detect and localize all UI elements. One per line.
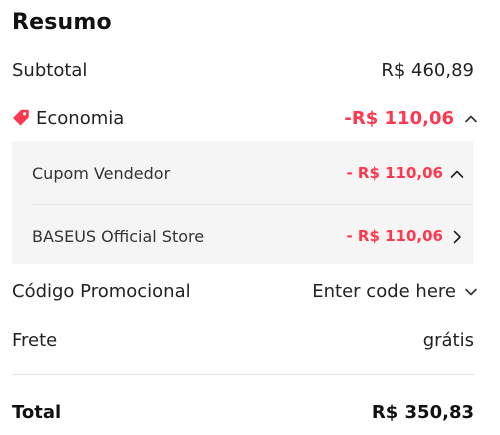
discount-details-panel: Cupom Vendedor - R$ 110,06 BASEUS Offici… — [12, 141, 473, 264]
total-label: Total — [12, 401, 62, 423]
discount-value: - R$ 110,06 — [346, 227, 443, 245]
panel-divider — [32, 204, 473, 205]
subtotal-label: Subtotal — [12, 59, 88, 81]
promo-code-placeholder[interactable]: Enter code here — [312, 281, 456, 302]
total-row: Total R$ 350,83 — [12, 400, 474, 424]
summary-title: Resumo — [12, 10, 112, 35]
total-value: R$ 350,83 — [371, 401, 474, 423]
economia-label: Economia — [36, 107, 125, 129]
discount-label: BASEUS Official Store — [32, 226, 205, 246]
shipping-value: grátis — [422, 329, 474, 351]
chevron-up-icon[interactable] — [449, 166, 464, 180]
discount-label: Cupom Vendedor — [32, 163, 171, 183]
economia-left: Economia — [12, 108, 124, 129]
chevron-down-icon[interactable] — [464, 284, 478, 298]
discount-right: - R$ 110,06 — [346, 164, 464, 182]
economia-value: -R$ 110,06 — [344, 107, 454, 129]
tag-icon — [12, 109, 30, 127]
economia-right: -R$ 110,06 — [344, 108, 478, 129]
promo-label: Código Promocional — [12, 280, 191, 302]
chevron-up-icon[interactable] — [464, 111, 478, 125]
discount-value: - R$ 110,06 — [346, 164, 443, 182]
chevron-right-icon[interactable] — [449, 229, 463, 244]
shipping-label: Frete — [12, 329, 58, 351]
promo-code-row[interactable]: Código Promocional Enter code here — [12, 279, 478, 303]
economia-row[interactable]: Economia -R$ 110,06 — [12, 106, 478, 130]
subtotal-value: R$ 460,89 — [381, 59, 474, 81]
promo-toggle[interactable]: Enter code here — [312, 281, 478, 302]
discount-row-cupom[interactable]: Cupom Vendedor - R$ 110,06 — [32, 161, 464, 185]
discount-row-store[interactable]: BASEUS Official Store - R$ 110,06 — [32, 224, 463, 248]
divider — [12, 374, 474, 375]
shipping-row: Frete grátis — [12, 328, 474, 352]
subtotal-row: Subtotal R$ 460,89 — [12, 58, 474, 82]
discount-right: - R$ 110,06 — [346, 227, 463, 245]
